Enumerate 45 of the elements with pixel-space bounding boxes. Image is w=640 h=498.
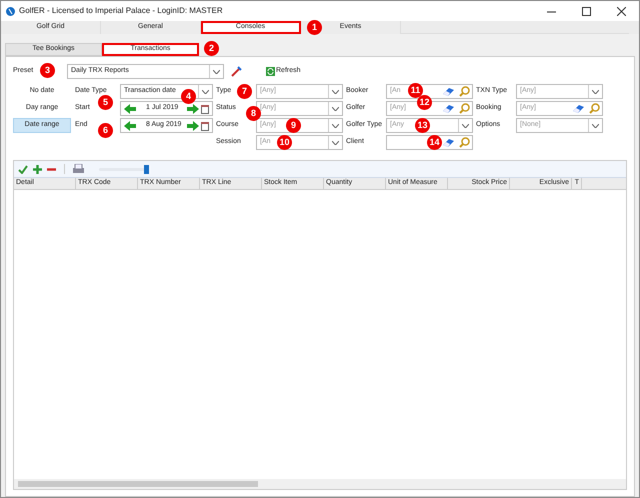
dropdown-button[interactable] bbox=[209, 65, 223, 78]
close-icon[interactable] bbox=[617, 6, 626, 16]
right-arrow-icon[interactable] bbox=[187, 104, 199, 114]
dropdown-button[interactable] bbox=[328, 85, 342, 98]
search-icon[interactable] bbox=[459, 86, 470, 97]
search-icon[interactable] bbox=[459, 137, 470, 148]
dropdown-button[interactable] bbox=[588, 85, 602, 98]
maximize-icon[interactable] bbox=[582, 6, 591, 16]
refresh-icon bbox=[266, 67, 275, 76]
calendar-icon[interactable] bbox=[201, 120, 209, 130]
caret-icon bbox=[202, 90, 209, 94]
caret-icon bbox=[332, 90, 339, 94]
caret-icon bbox=[332, 140, 339, 144]
slider-thumb[interactable] bbox=[144, 164, 149, 174]
app-logo-icon bbox=[6, 6, 15, 16]
eraser-icon[interactable] bbox=[572, 104, 585, 114]
left-arrow-icon[interactable] bbox=[124, 104, 136, 114]
checkmark-icon[interactable] bbox=[18, 164, 28, 174]
caret-icon bbox=[213, 70, 220, 74]
right-arrow-icon[interactable] bbox=[187, 120, 199, 130]
printer-icon[interactable] bbox=[73, 164, 84, 174]
dropdown-button[interactable] bbox=[458, 119, 472, 132]
caret-icon bbox=[592, 124, 599, 128]
dropdown-button[interactable] bbox=[328, 136, 342, 149]
horizontal-scrollbar[interactable] bbox=[14, 479, 626, 489]
eraser-icon[interactable] bbox=[442, 138, 455, 148]
window-title: GolfER - Licensed to Imperial Palace - LoginID: MASTER bbox=[19, 5, 224, 17]
eraser-icon[interactable] bbox=[442, 104, 455, 114]
dropdown-button[interactable] bbox=[198, 85, 212, 98]
wand-icon[interactable] bbox=[231, 66, 242, 77]
callout-number: 2 bbox=[204, 41, 219, 56]
lookup-field[interactable] bbox=[386, 135, 473, 150]
search-icon[interactable] bbox=[459, 103, 470, 114]
eraser-icon[interactable] bbox=[442, 86, 455, 96]
caret-icon bbox=[332, 106, 339, 110]
left-arrow-icon[interactable] bbox=[124, 120, 136, 130]
caret-icon bbox=[332, 124, 339, 128]
caret-icon bbox=[462, 124, 469, 128]
search-icon[interactable] bbox=[589, 103, 600, 114]
dropdown-button[interactable] bbox=[588, 119, 602, 132]
plus-icon[interactable] bbox=[33, 164, 42, 174]
dropdown-button[interactable] bbox=[328, 119, 342, 132]
caret-icon bbox=[592, 90, 599, 94]
dropdown-button[interactable] bbox=[328, 102, 342, 115]
calendar-icon[interactable] bbox=[201, 104, 209, 114]
